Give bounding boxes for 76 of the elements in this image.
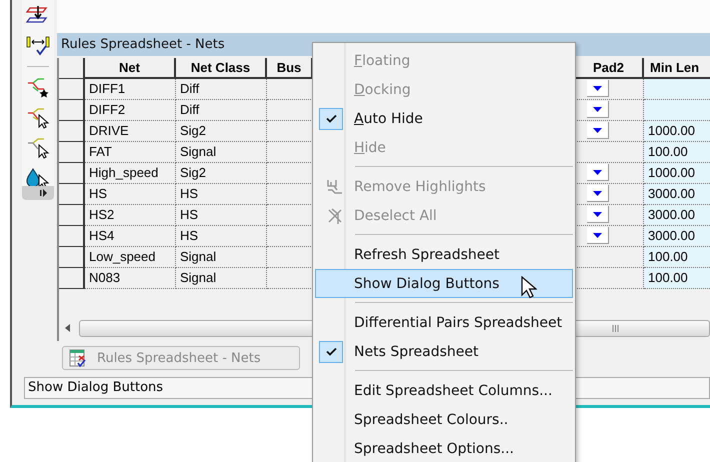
- dropdown-button[interactable]: [587, 101, 609, 118]
- network-icon: [326, 178, 344, 196]
- checkmark-icon: [319, 340, 343, 362]
- table-cell: 100.00: [644, 268, 710, 289]
- scroll-left-icon[interactable]: [65, 324, 71, 332]
- menu-item[interactable]: Nets Spreadsheet: [315, 337, 573, 366]
- deselect-icon: [326, 206, 344, 224]
- table-cell: DIFF1: [85, 79, 176, 100]
- caret-down-icon: [593, 86, 602, 90]
- caret-down-icon: [593, 170, 602, 174]
- table-cell: HS4: [85, 226, 176, 247]
- row-header[interactable]: [59, 247, 85, 268]
- row-header[interactable]: [59, 100, 85, 121]
- table-cell: Signal: [176, 142, 267, 163]
- table-cell: Signal: [176, 247, 267, 268]
- dropdown-button[interactable]: [587, 80, 609, 97]
- table-cell: HS: [176, 205, 267, 226]
- caret-down-icon: [593, 106, 602, 112]
- table-cell: HS2: [85, 205, 176, 226]
- table-cell: DRIVE: [85, 121, 176, 142]
- table-cell: 100.00: [644, 247, 710, 268]
- grip-icon: [612, 324, 619, 332]
- dropdown-button[interactable]: [587, 185, 609, 202]
- table-cell: HS: [85, 184, 176, 205]
- droplet-pointer-icon[interactable]: [26, 167, 50, 189]
- dropdown-button[interactable]: [587, 227, 609, 244]
- menu-item[interactable]: Differential Pairs Spreadsheet: [315, 308, 573, 337]
- menu-item[interactable]: Spreadsheet Colours..: [315, 405, 573, 434]
- table-cell: DIFF2: [85, 100, 176, 121]
- table-cell: Signal: [176, 268, 267, 289]
- caret-down-icon: [593, 212, 602, 216]
- table-cell: Diff: [176, 100, 267, 121]
- expand-icon[interactable]: [40, 189, 48, 197]
- table-cell: 3000.00: [644, 205, 710, 226]
- table-cell: High_speed: [85, 163, 176, 184]
- caret-down-icon: [593, 128, 602, 132]
- row-header[interactable]: [59, 205, 85, 226]
- row-header[interactable]: [59, 79, 85, 100]
- menu-item[interactable]: Show Dialog Buttons: [315, 269, 573, 298]
- row-header[interactable]: [59, 142, 85, 163]
- table-cell: N083: [85, 268, 176, 289]
- corner-cell[interactable]: [59, 58, 85, 79]
- row-header[interactable]: [59, 121, 85, 142]
- menu-item[interactable]: Refresh Spreadsheet: [315, 240, 573, 269]
- row-header[interactable]: [59, 226, 85, 247]
- table-cell: 1000.00: [644, 163, 710, 184]
- menu-item[interactable]: Auto Hide: [315, 104, 573, 133]
- caret-down-icon: [593, 232, 602, 238]
- mouse-pointer-icon: [521, 276, 537, 300]
- menu-item[interactable]: Spreadsheet Options...: [315, 434, 573, 462]
- column-header[interactable]: Net: [85, 58, 176, 79]
- table-cell: 3000.00: [644, 226, 710, 247]
- dropdown-button[interactable]: [587, 164, 609, 181]
- dropdown-button[interactable]: [587, 206, 609, 223]
- row-header[interactable]: [59, 184, 85, 205]
- checkmark-icon: [319, 108, 343, 130]
- column-header[interactable]: Net Class: [176, 58, 267, 79]
- route-star-icon[interactable]: [26, 77, 50, 99]
- row-header[interactable]: [59, 268, 85, 289]
- table-cell: Sig2: [176, 121, 267, 142]
- caret-down-icon: [593, 190, 602, 196]
- table-cell: Diff: [176, 79, 267, 100]
- table-cell: 100.00: [644, 142, 710, 163]
- table-cell: 1000.00: [644, 121, 710, 142]
- table-cell: Sig2: [176, 163, 267, 184]
- table-cell: HS: [176, 184, 267, 205]
- table-cell: Low_speed: [85, 247, 176, 268]
- route-pointer-icon[interactable]: [26, 107, 50, 129]
- row-header[interactable]: [59, 163, 85, 184]
- spreadsheet-icon: [69, 349, 87, 367]
- dropdown-button[interactable]: [587, 122, 609, 139]
- route-pointer-icon[interactable]: [26, 137, 50, 159]
- measure-check-icon[interactable]: [26, 34, 50, 56]
- table-cell: HS: [176, 226, 267, 247]
- table-cell: FAT: [85, 142, 176, 163]
- table-cell: 3000.00: [644, 184, 710, 205]
